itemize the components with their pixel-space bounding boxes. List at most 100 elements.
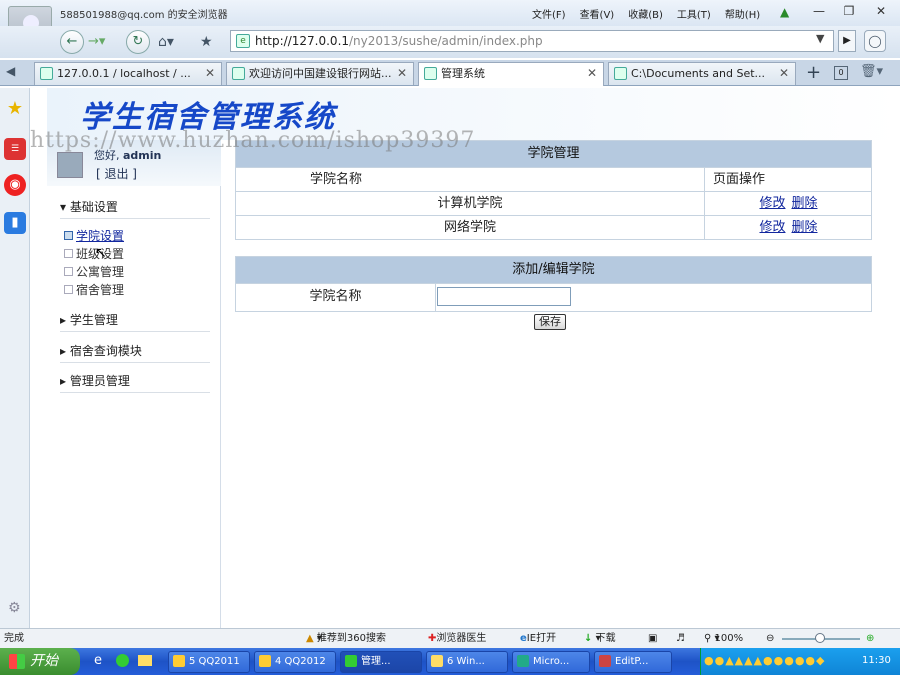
sidebar-toggle-icon[interactable]: ◀	[6, 64, 15, 78]
favorites-star-icon[interactable]: ★	[4, 98, 26, 120]
nav-group-dorm-query[interactable]: ▸ 宿舍查询模块	[60, 342, 142, 359]
status-doctor[interactable]: ✚ 浏览器医生	[428, 629, 486, 648]
skin-icon[interactable]: ▲	[780, 5, 789, 19]
download-icon: ↓	[584, 633, 593, 644]
forward-icon[interactable]: →▾	[88, 30, 116, 54]
task-editplus[interactable]: EditP...	[594, 651, 672, 673]
tab-close-icon[interactable]: ✕	[205, 63, 215, 84]
tab-close-icon[interactable]: ✕	[397, 63, 407, 84]
trash-icon[interactable]: 🗑▾	[860, 64, 883, 79]
zoom-control[interactable]: ⚲ 100% ▾	[704, 629, 743, 648]
doctor-icon: ✚	[428, 633, 437, 644]
task-windows[interactable]: 6 Win...	[426, 651, 508, 673]
task-qq2011[interactable]: 5 QQ2011	[168, 651, 250, 673]
windows-logo-icon	[9, 654, 25, 669]
excel-icon	[517, 655, 529, 667]
clock: 11:30	[862, 655, 891, 666]
zoom-slider-handle[interactable]	[815, 633, 825, 643]
address-dropdown-icon[interactable]: ▼	[816, 32, 824, 45]
status-ie-open[interactable]: e IE打开	[520, 629, 556, 648]
task-qq2012[interactable]: 4 QQ2012	[254, 651, 336, 673]
table-row: 网络学院 修改 删除	[236, 215, 871, 239]
nav-college-settings[interactable]: 学院设置	[64, 227, 124, 244]
divider	[60, 392, 210, 393]
status-recommend[interactable]: ▲ 推荐到360搜索 ▾	[306, 629, 386, 648]
task-browser[interactable]: 管理...	[340, 651, 422, 673]
news-icon[interactable]: ☰	[4, 138, 26, 160]
volume-icon[interactable]: ♬	[676, 629, 685, 648]
qq-icon	[259, 655, 271, 667]
quick-launch-browser-icon[interactable]	[116, 654, 129, 667]
restore-icon[interactable]: ❐	[838, 2, 860, 20]
nav-group-label: 宿舍查询模块	[69, 344, 142, 358]
closed-tabs-icon[interactable]: 0	[834, 66, 848, 80]
home-icon[interactable]: ⌂▾	[158, 30, 194, 54]
nav-group-basic[interactable]: ▾ 基础设置	[60, 198, 118, 215]
tab-label: 管理系统	[441, 67, 485, 80]
tray-icons[interactable]: ●●▲▲▲▲●●●●●◆	[704, 654, 825, 667]
menu-tools[interactable]: 工具(T)	[677, 6, 711, 21]
tab-documents[interactable]: C:\Documents and Set... ✕	[608, 62, 796, 85]
status-bar: 完成 ▲ 推荐到360搜索 ▾ ✚ 浏览器医生 e IE打开 ↓ 下载 ▾ ▣ …	[0, 628, 900, 648]
menu-view[interactable]: 查看(V)	[580, 6, 615, 21]
tab-label: 欢迎访问中国建设银行网站...	[249, 67, 392, 80]
status-item-label: 推荐到360搜索	[316, 633, 386, 644]
tab-close-icon[interactable]: ✕	[779, 63, 789, 84]
nav-group-student[interactable]: ▸ 学生管理	[60, 311, 118, 328]
edit-link[interactable]: 修改	[759, 220, 785, 235]
task-label: 6 Win...	[447, 656, 485, 667]
favorite-star-icon[interactable]: ★	[200, 30, 222, 54]
shield-icon[interactable]: ◯	[864, 30, 886, 52]
task-excel[interactable]: Micro...	[512, 651, 590, 673]
go-icon[interactable]: ▶	[838, 30, 856, 52]
logout-link[interactable]: [ 退出 ]	[96, 165, 137, 182]
tab-ccb[interactable]: 欢迎访问中国建设银行网站... ✕	[226, 62, 414, 85]
status-item-label: 浏览器医生	[436, 633, 487, 644]
address-host: http://127.0.0.1	[255, 34, 350, 48]
nav-group-admin[interactable]: ▸ 管理员管理	[60, 372, 130, 389]
form-title: 添加/编辑学院	[236, 257, 871, 283]
nav-dorm-mgmt[interactable]: 宿舍管理	[64, 281, 124, 298]
refresh-icon[interactable]: ↻	[126, 30, 150, 54]
tab-admin-system[interactable]: 管理系统 ✕	[418, 62, 604, 86]
tab-page-icon	[614, 67, 627, 80]
zoom-level: 100%	[714, 633, 744, 644]
weibo-icon[interactable]: ◉	[4, 174, 26, 196]
zoom-in-icon[interactable]: ⊕	[866, 629, 874, 648]
address-bar[interactable]: http://127.0.0.1/ny2013/sushe/admin/inde…	[230, 30, 834, 52]
menu-file[interactable]: 文件(F)	[532, 6, 566, 21]
tab-localhost[interactable]: 127.0.0.1 / localhost / ... ✕	[34, 62, 222, 85]
row-actions: 修改 删除	[704, 192, 872, 215]
menu-favorites[interactable]: 收藏(B)	[628, 6, 663, 21]
tab-label: 127.0.0.1 / localhost / ...	[57, 67, 191, 80]
status-download[interactable]: ↓ 下载 ▾	[584, 629, 616, 648]
quick-launch-ie-icon[interactable]: e	[94, 653, 102, 668]
address-path: /ny2013/sushe/admin/index.php	[349, 34, 543, 48]
side-toolbar	[0, 88, 30, 628]
tab-page-icon	[232, 67, 245, 80]
nav-apartment-mgmt[interactable]: 公寓管理	[64, 263, 124, 280]
back-icon[interactable]: ←	[60, 30, 84, 54]
delete-link[interactable]: 删除	[792, 196, 818, 211]
minimize-icon[interactable]: —	[808, 2, 830, 20]
tab-close-icon[interactable]: ✕	[587, 63, 597, 84]
close-icon[interactable]: ✕	[870, 2, 892, 20]
edit-link[interactable]: 修改	[759, 196, 785, 211]
delete-link[interactable]: 删除	[792, 220, 818, 235]
nav-class-settings[interactable]: 班级设置	[64, 245, 124, 262]
settings-gear-icon[interactable]: ⚙	[8, 600, 21, 616]
menu-help[interactable]: 帮助(H)	[725, 6, 760, 21]
divider	[60, 331, 210, 332]
browser-icon	[345, 655, 357, 667]
college-name-input[interactable]	[437, 287, 571, 306]
zoom-out-icon[interactable]: ⊖	[766, 629, 774, 648]
app-icon[interactable]: ▮	[4, 212, 26, 234]
quick-launch-folder-icon[interactable]	[138, 655, 152, 666]
status-item-label: 下载	[595, 633, 616, 644]
editplus-icon	[599, 655, 611, 667]
new-tab-icon[interactable]: +	[806, 62, 821, 83]
nav-group-label: 学生管理	[69, 313, 118, 327]
form-row: 学院名称	[236, 283, 871, 311]
save-button[interactable]: 保存	[534, 314, 566, 330]
screen-icon[interactable]: ▣	[648, 629, 657, 648]
